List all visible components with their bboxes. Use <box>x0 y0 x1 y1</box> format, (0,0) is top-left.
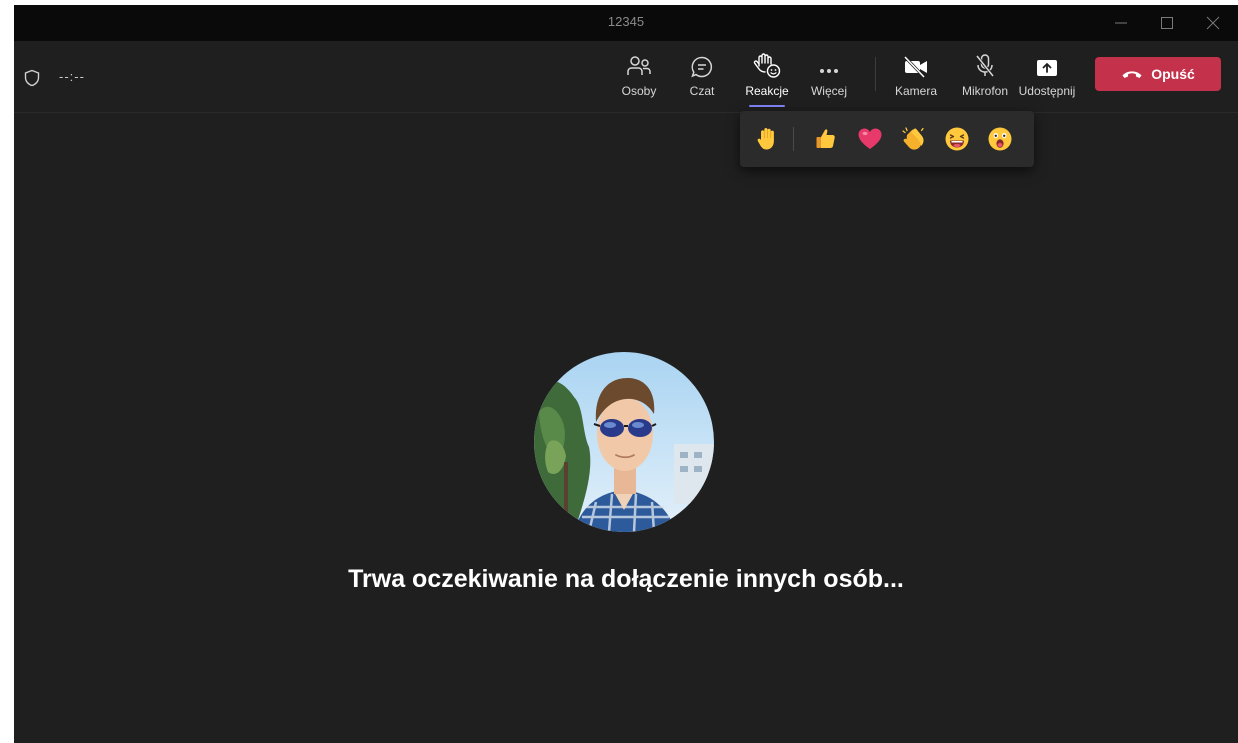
surprised-reaction[interactable] <box>986 125 1014 153</box>
microphone-off-icon <box>975 54 995 77</box>
leave-label: Opuść <box>1151 66 1195 82</box>
reactions-button[interactable]: Reakcje <box>742 53 792 105</box>
participant-avatar <box>534 352 714 532</box>
heart-emoji-icon <box>858 128 882 149</box>
share-label: Udostępnij <box>1018 84 1076 98</box>
camera-off-icon <box>903 55 927 79</box>
people-button[interactable]: Osoby <box>617 53 661 105</box>
thumbs-up-emoji-icon <box>816 129 835 148</box>
reactions-divider <box>793 127 794 151</box>
meeting-timer: --:-- <box>59 69 85 84</box>
hang-up-icon <box>1122 71 1142 78</box>
microphone-button[interactable]: Mikrofon <box>955 53 1015 105</box>
profile-photo-image <box>534 352 714 532</box>
maximize-button[interactable] <box>1144 5 1190 41</box>
surprised-face-emoji-icon <box>988 127 1012 151</box>
more-label: Więcej <box>810 84 847 98</box>
reactions-flyout <box>740 111 1034 167</box>
leave-button[interactable]: Opuść <box>1095 57 1221 91</box>
window-title: 12345 <box>607 14 645 29</box>
more-icon <box>820 69 838 73</box>
maximize-icon <box>1161 17 1173 29</box>
meeting-info-button[interactable] <box>24 69 40 92</box>
reactions-label: Reakcje <box>745 84 789 98</box>
share-screen-icon <box>1037 60 1057 76</box>
clapping-hands-emoji-icon <box>902 127 924 150</box>
minimize-icon <box>1115 22 1127 24</box>
more-button[interactable]: Więcej <box>806 53 852 105</box>
raise-hand-smile-icon <box>753 53 781 78</box>
title-bar: 12345 <box>14 5 1238 41</box>
people-icon <box>627 56 651 75</box>
meeting-toolbar: --:-- Osoby Czat Reakcje Więcej Kamera M… <box>14 41 1238 113</box>
share-button[interactable]: Udostępnij <box>1018 53 1076 105</box>
chat-icon <box>691 56 713 78</box>
shield-icon <box>24 69 40 87</box>
camera-label: Kamera <box>894 84 938 98</box>
active-tab-indicator <box>749 105 785 107</box>
teams-meeting-window: 12345 --:-- Osoby Czat Reakcje Więcej Ka… <box>14 5 1238 743</box>
toolbar-divider <box>875 57 876 91</box>
raise-hand-emoji-icon <box>757 128 774 150</box>
microphone-label: Mikrofon <box>961 84 1008 98</box>
like-reaction[interactable] <box>812 125 840 153</box>
chat-label: Czat <box>689 84 715 98</box>
chat-button[interactable]: Czat <box>682 53 722 105</box>
close-icon <box>1206 16 1220 30</box>
close-button[interactable] <box>1190 5 1236 41</box>
laugh-reaction[interactable] <box>943 125 971 153</box>
camera-button[interactable]: Kamera <box>890 53 942 105</box>
heart-reaction[interactable] <box>856 125 884 153</box>
waiting-message: Trwa oczekiwanie na dołączenie innych os… <box>348 565 904 593</box>
minimize-button[interactable] <box>1098 5 1144 41</box>
raise-hand-reaction[interactable] <box>754 125 782 153</box>
applause-reaction[interactable] <box>900 125 928 153</box>
laughing-face-emoji-icon <box>945 127 969 151</box>
people-label: Osoby <box>621 84 657 98</box>
